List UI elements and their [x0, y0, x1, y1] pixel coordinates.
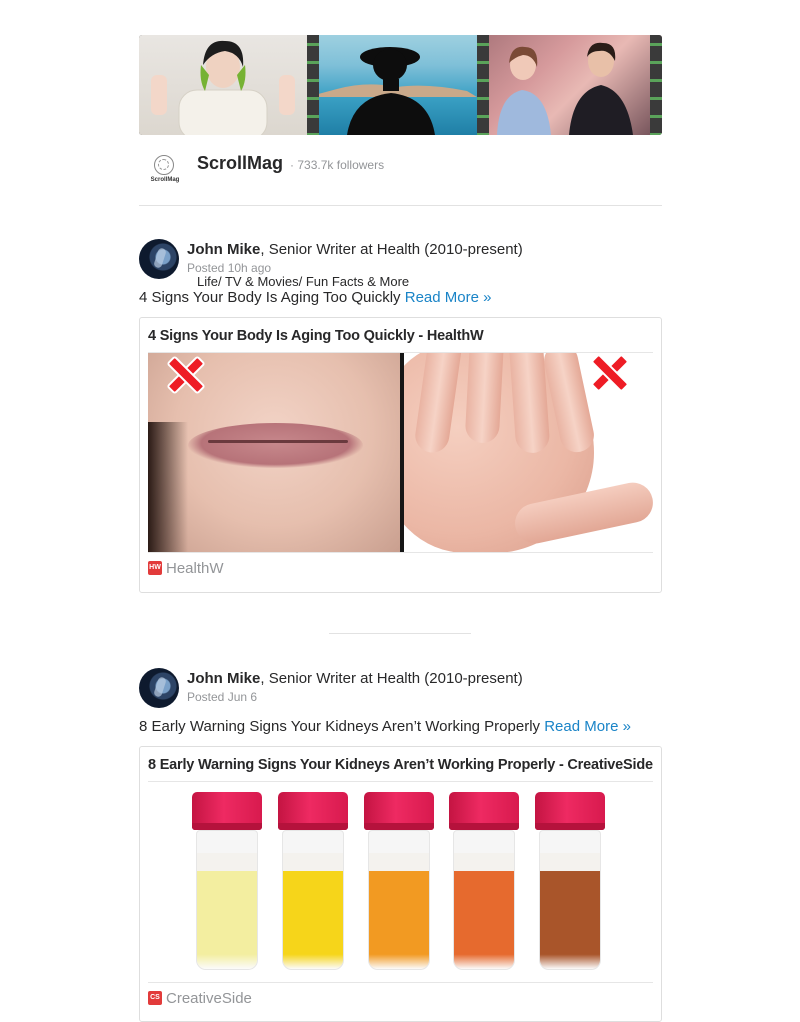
post-item: John Mike, Senior Writer at Health (2010… [139, 239, 662, 593]
card-title[interactable]: 4 Signs Your Body Is Aging Too Quickly -… [140, 318, 661, 352]
avatar[interactable] [139, 239, 179, 279]
post-text: 8 Early Warning Signs Your Kidneys Aren’… [139, 718, 662, 736]
card-image[interactable] [148, 781, 653, 983]
post-author: John Mike, Senior Writer at Health (2010… [139, 668, 662, 708]
film-stripe [477, 35, 489, 135]
author-name[interactable]: John Mike [187, 241, 260, 258]
link-card[interactable]: 4 Signs Your Body Is Aging Too Quickly -… [139, 317, 662, 593]
channel-header: ScrollMag ScrollMag · 733.7k followers L… [139, 135, 662, 289]
source-icon: CS [148, 991, 162, 1005]
source-name: CreativeSide [166, 989, 252, 1007]
cup-cap [449, 792, 519, 830]
link-card[interactable]: 8 Early Warning Signs Your Kidneys Aren’… [139, 746, 662, 1022]
channel-logo-text: ScrollMag [150, 177, 180, 183]
author-credential: , Senior Writer at Health (2010-present) [260, 670, 523, 687]
liquid [197, 871, 257, 969]
specimen-cup [278, 792, 348, 972]
cup-cap [364, 792, 434, 830]
specimen-cup [364, 792, 434, 972]
post-item: John Mike, Senior Writer at Health (2010… [139, 668, 662, 1022]
liquid [540, 871, 600, 969]
foam [283, 853, 343, 871]
cup-cap [535, 792, 605, 830]
cup-jar [282, 830, 344, 970]
channel-banner [139, 35, 662, 135]
liquid [283, 871, 343, 969]
cup-jar [368, 830, 430, 970]
cup-jar [453, 830, 515, 970]
card-image[interactable] [148, 352, 653, 553]
cup-jar [539, 830, 601, 970]
hand-photo [404, 353, 653, 552]
foam [540, 853, 600, 871]
specimen-cup [192, 792, 262, 972]
channel-name[interactable]: ScrollMag [197, 153, 283, 173]
read-more-link[interactable]: Read More » [405, 289, 492, 306]
film-stripe [307, 35, 319, 135]
post-separator [329, 633, 471, 634]
liquid [369, 871, 429, 969]
banner-photo-2 [307, 35, 477, 135]
foam [454, 853, 514, 871]
source-icon: HW [148, 561, 162, 575]
lips-photo [148, 353, 400, 552]
specimen-cup [535, 792, 605, 972]
shadow [148, 422, 188, 552]
cup-cap [278, 792, 348, 830]
channel-followers: · 733.7k followers [290, 158, 385, 172]
foam [197, 853, 257, 871]
banner-photo-3 [477, 35, 662, 135]
card-source[interactable]: CS CreativeSide [140, 983, 661, 1013]
post-text: 4 Signs Your Body Is Aging Too Quickly R… [139, 289, 662, 307]
author-line: John Mike, Senior Writer at Health (2010… [187, 241, 523, 258]
film-stripe [650, 35, 662, 135]
avatar[interactable] [139, 668, 179, 708]
foam [369, 853, 429, 871]
post-text-body: 4 Signs Your Body Is Aging Too Quickly [139, 289, 401, 306]
wheel-icon [154, 155, 174, 175]
author-credential: , Senior Writer at Health (2010-present) [260, 241, 523, 258]
specimen-cup [449, 792, 519, 972]
cup-jar [196, 830, 258, 970]
card-title[interactable]: 8 Early Warning Signs Your Kidneys Aren’… [140, 747, 661, 781]
post-text-body: 8 Early Warning Signs Your Kidneys Aren’… [139, 718, 541, 735]
source-name: HealthW [166, 559, 224, 577]
channel-name-row: ScrollMag · 733.7k followers [197, 153, 384, 174]
author-line: John Mike, Senior Writer at Health (2010… [187, 670, 523, 687]
channel-logo[interactable]: ScrollMag [147, 153, 183, 189]
x-mark-icon [166, 355, 206, 395]
cup-cap [192, 792, 262, 830]
author-name[interactable]: John Mike [187, 670, 260, 687]
post-timestamp[interactable]: Posted Jun 6 [187, 690, 257, 704]
x-mark-icon [590, 353, 630, 393]
liquid [454, 871, 514, 969]
read-more-link[interactable]: Read More » [544, 718, 631, 735]
banner-photo-1 [139, 35, 307, 135]
post-timestamp[interactable]: Posted 10h ago [187, 261, 271, 275]
post-author: John Mike, Senior Writer at Health (2010… [139, 239, 662, 279]
card-source[interactable]: HW HealthW [140, 553, 661, 583]
